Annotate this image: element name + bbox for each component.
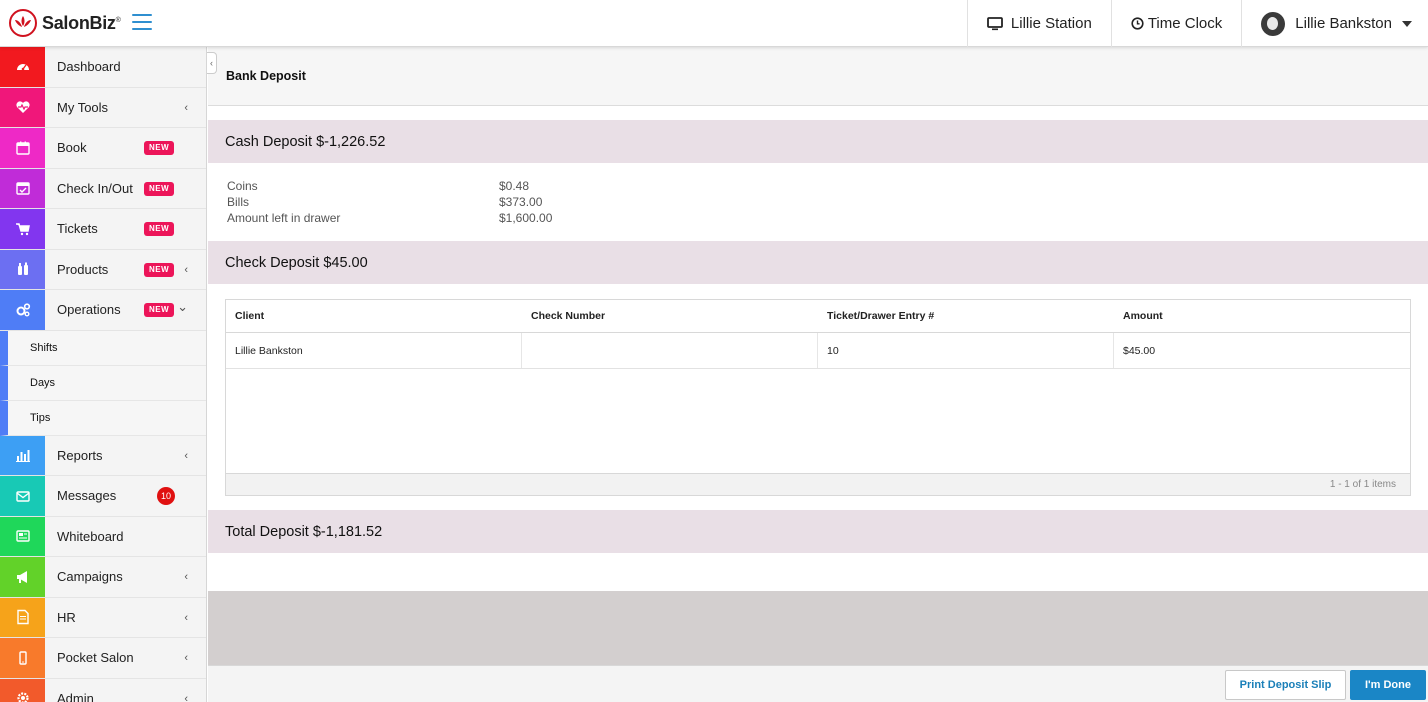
gear-icon [0,678,45,702]
document-icon [0,597,45,637]
gears-icon [0,290,45,330]
sidebar-item-whiteboard[interactable]: Whiteboard [0,516,206,557]
cash-line: Amount left in drawer $1,600.00 [227,211,553,225]
chevron-left-icon: ‹ [184,692,188,702]
content-divider-band [208,591,1428,665]
chevron-left-icon: ‹ [184,101,188,114]
user-name: Lillie Bankston [1295,15,1392,32]
cell-check-number [522,333,818,368]
time-clock-label: Time Clock [1147,15,1223,32]
top-bar: SalonBiz® Lillie Station Time Clock Lill… [0,0,1428,47]
salonbiz-logo[interactable]: SalonBiz® [9,8,121,38]
sidebar-item-hr[interactable]: HR ‹ [0,597,206,638]
sidebar-item-messages[interactable]: Messages 10 [0,476,206,517]
chevron-left-icon: ‹ [184,571,188,583]
cash-line: Coins $0.48 [227,179,530,193]
bar-chart-icon [0,435,45,475]
sidebar-item-products[interactable]: Products NEW ‹ [0,249,206,290]
shopping-cart-icon [0,209,45,249]
unread-count-badge: 10 [157,487,175,505]
cash-line: Bills $373.00 [227,195,543,209]
avatar [1261,11,1286,36]
cash-deposit-heading: Cash Deposit $-1,226.52 [208,120,1428,163]
table-header: Client Check Number Ticket/Drawer Entry … [226,300,1410,333]
check-deposit-heading: Check Deposit $45.00 [208,241,1428,284]
action-bar: Print Deposit Slip I'm Done [208,665,1428,702]
total-deposit-heading: Total Deposit $-1,181.52 [208,510,1428,553]
new-badge: NEW [144,222,175,236]
sidebar-item-tickets[interactable]: Tickets NEW [0,209,206,250]
sidebar-item-dashboard[interactable]: Dashboard [0,47,206,88]
megaphone-icon [0,557,45,597]
sidebar-item-label: Dashboard [57,59,121,75]
sidebar-item-campaigns[interactable]: Campaigns ‹ [0,557,206,598]
chevron-left-icon: ‹ [184,611,188,624]
heartbeat-icon [0,87,45,127]
column-header-ticket-entry[interactable]: Ticket/Drawer Entry # [818,300,1114,332]
newspaper-icon [0,516,45,556]
column-header-amount[interactable]: Amount [1114,300,1410,332]
time-clock-button[interactable]: Time Clock [1110,0,1241,47]
page-title: Bank Deposit [208,47,1428,106]
table-row[interactable]: Lillie Bankston 10 $45.00 [226,333,1410,369]
print-deposit-slip-button[interactable]: Print Deposit Slip [1225,670,1346,700]
dashboard-gauge-icon [0,47,45,87]
collapse-sidebar-button[interactable]: ‹ [207,52,217,74]
sidebar-item-my-tools[interactable]: My Tools ‹ [0,87,206,128]
cash-deposit-lines: Coins $0.48 Bills $373.00 Amount left in d… [208,163,1428,241]
envelope-icon [0,476,45,516]
calendar-check-icon [0,168,45,208]
sidebar-item-admin[interactable]: Admin ‹ [0,678,206,702]
new-badge: NEW [144,262,175,277]
table-pager: 1 - 1 of 1 items [226,473,1410,495]
calendar-icon [0,128,45,168]
new-badge: NEW [144,141,175,155]
station-name: Lillie Station [1010,15,1092,32]
chevron-left-icon: ‹ [184,449,188,462]
new-badge: NEW [144,303,175,317]
cell-ticket-entry: 10 [818,333,1114,368]
salonbiz-logo-icon [9,9,37,37]
chevron-left-icon: ‹ [184,263,188,276]
brand-name: SalonBiz® [42,12,121,33]
bottles-icon [0,249,45,289]
chevron-down-icon: ⌄ [177,299,188,314]
caret-down-icon [1402,20,1412,27]
sidebar-item-book[interactable]: Book NEW [0,128,206,169]
main-content: Bank Deposit Cash Deposit $-1,226.52 Coi… [208,47,1428,702]
sidebar-item-label: Tickets [57,221,98,237]
sidebar-subitem-tips[interactable]: Tips [0,400,206,436]
user-menu[interactable]: Lillie Bankston [1241,0,1428,47]
sidebar-item-label: Messages [57,488,117,504]
hamburger-menu-icon[interactable] [132,14,152,32]
sidebar-item-label: Whiteboard [57,528,124,544]
pager-info: 1 - 1 of 1 items [1329,479,1396,490]
mobile-icon [0,638,45,678]
sidebar-item-check-in-out[interactable]: Check In/Out NEW [0,168,206,209]
column-header-client[interactable]: Client [226,300,522,332]
check-deposit-table: Client Check Number Ticket/Drawer Entry … [225,299,1411,496]
sidebar: Dashboard My Tools ‹ Book NEW Check In/Out NEW… [0,47,207,702]
clock-icon [1131,17,1144,30]
sidebar-item-label: Book [57,140,87,156]
sidebar-subitem-shifts[interactable]: Shifts [0,330,206,366]
done-button[interactable]: I'm Done [1350,670,1426,700]
sidebar-item-pocket-salon[interactable]: Pocket Salon ‹ [0,638,206,679]
sidebar-subitem-days[interactable]: Days [0,365,206,401]
chevron-left-icon: ‹ [184,652,188,664]
monitor-icon [987,16,1003,30]
cell-amount: $45.00 [1123,344,1156,357]
sidebar-item-label: Check In/Out [57,180,133,196]
cell-client: Lillie Bankston [226,333,522,368]
station-selector[interactable]: Lillie Station [966,0,1111,47]
new-badge: NEW [144,181,175,196]
column-header-check-number[interactable]: Check Number [522,300,818,332]
sidebar-item-reports[interactable]: Reports ‹ [0,435,206,476]
sidebar-item-operations[interactable]: Operations NEW ⌄ [0,290,206,331]
